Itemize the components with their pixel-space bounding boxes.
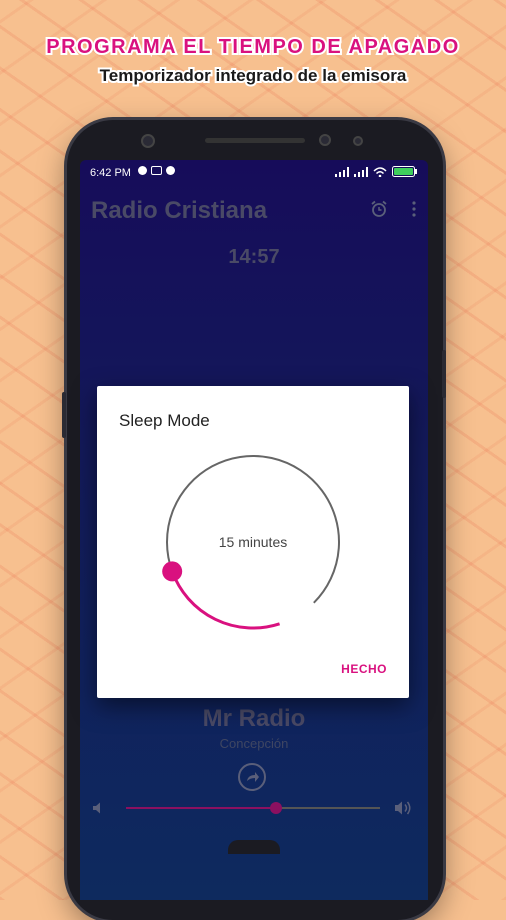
app-title: Radio Cristiana: [91, 197, 268, 224]
app-actions: [370, 200, 416, 218]
signal-icon: [335, 166, 349, 177]
volume-high-icon[interactable]: [394, 800, 414, 816]
battery-icon: [392, 166, 417, 177]
volume-low-icon[interactable]: [92, 801, 106, 815]
signal-icon: [354, 166, 368, 177]
volume-fill: [126, 807, 276, 809]
sensor-icon: [319, 134, 331, 146]
volume-thumb[interactable]: [269, 802, 282, 814]
power-button: [62, 392, 66, 438]
done-button[interactable]: HECHO: [341, 662, 387, 676]
phone-speaker: [205, 138, 305, 143]
volume-control: [80, 796, 428, 820]
promo-subheadline: Temporizador integrado de la emisora: [98, 64, 409, 87]
f-icon: [166, 166, 175, 175]
dial-thumb[interactable]: [162, 561, 183, 582]
dialog-title: Sleep Mode: [119, 411, 210, 430]
status-icons: [335, 166, 418, 177]
dial-progress: [170, 570, 281, 630]
volume-rocker: [442, 350, 446, 398]
share-button[interactable]: [238, 763, 266, 791]
sensor-icon: [353, 136, 363, 146]
f-icon: [138, 166, 147, 175]
home-indicator: [228, 840, 280, 854]
status-time: 6:42 PM: [90, 167, 131, 179]
share-arrow-icon: [247, 772, 259, 782]
status-bar: 6:42 PM: [80, 160, 428, 186]
station-city: Concepción: [219, 736, 289, 751]
front-camera-icon: [141, 134, 155, 148]
sleep-mode-dialog: Sleep Mode 15 minutes HECHO: [97, 386, 409, 698]
more-vert-icon[interactable]: [412, 201, 416, 217]
dial-track: [166, 455, 340, 604]
station-name: Mr Radio: [202, 705, 306, 732]
sleep-countdown: 14:57: [228, 246, 280, 268]
alarm-clock-icon[interactable]: [370, 200, 388, 218]
wifi-icon: [373, 166, 387, 177]
cast-icon: [151, 166, 162, 175]
dial-value-label: 15 minutes: [218, 534, 288, 550]
promo-headline: PROGRAMA EL TIEMPO DE APAGADO: [44, 34, 460, 60]
